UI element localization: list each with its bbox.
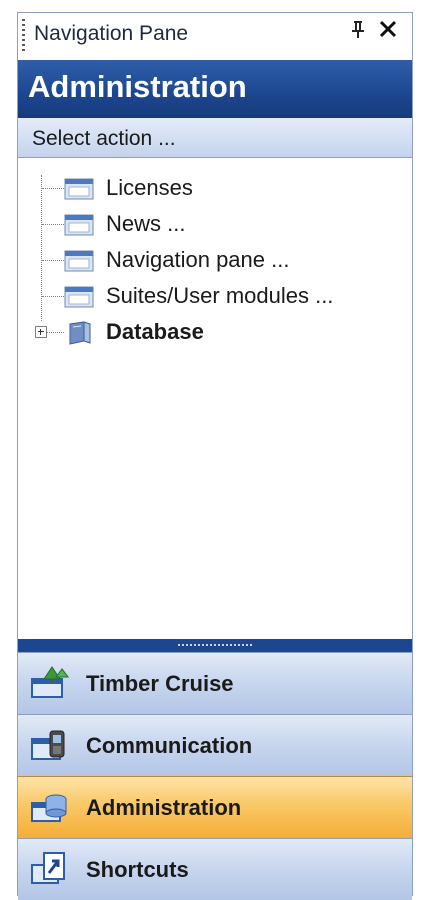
window-icon xyxy=(64,178,94,200)
tree-item-news[interactable]: News ... xyxy=(18,207,412,241)
window-icon xyxy=(64,250,94,272)
action-tree: Licenses News ... Navigation pane ... Su… xyxy=(18,159,412,639)
pane-title: Navigation Pane xyxy=(34,22,189,45)
window-icon xyxy=(64,286,94,308)
window-icon xyxy=(64,214,94,236)
timber-cruise-icon xyxy=(31,666,69,698)
tree-item-label: News ... xyxy=(106,211,186,236)
nav-button-label: Administration xyxy=(86,795,242,820)
communication-icon xyxy=(31,730,65,760)
tree-item-licenses[interactable]: Licenses xyxy=(18,171,412,205)
header-title: Administration xyxy=(28,69,247,104)
tree-item-navigation-pane[interactable]: Navigation pane ... xyxy=(18,243,412,277)
tree-item-label: Licenses xyxy=(106,175,193,200)
tree-item-database[interactable]: Database xyxy=(18,315,412,349)
expand-icon[interactable] xyxy=(35,326,47,338)
pin-icon[interactable] xyxy=(350,20,366,46)
tree-item-suites-user-modules[interactable]: Suites/User modules ... xyxy=(18,279,412,313)
tree-branch-line xyxy=(42,188,64,189)
tree-item-label: Navigation pane ... xyxy=(106,247,290,272)
nav-button-administration[interactable]: Administration xyxy=(18,776,412,838)
nav-button-label: Timber Cruise xyxy=(86,671,234,696)
close-icon[interactable] xyxy=(378,18,398,47)
splitter-grip xyxy=(178,644,252,646)
tree-item-label: Database xyxy=(106,319,204,344)
nav-button-timber-cruise[interactable]: Timber Cruise xyxy=(18,652,412,714)
nav-button-communication[interactable]: Communication xyxy=(18,714,412,776)
navigation-pane: Navigation Pane Administration Select ac… xyxy=(17,12,413,900)
shortcuts-icon xyxy=(31,852,65,884)
title-bar[interactable]: Navigation Pane xyxy=(18,13,412,59)
administration-icon xyxy=(31,794,67,822)
pane-header: Administration xyxy=(18,60,412,118)
select-action-label: Select action ... xyxy=(32,127,176,150)
tree-branch-line xyxy=(42,260,64,261)
tree-branch-line xyxy=(42,224,64,225)
nav-button-label: Shortcuts xyxy=(86,857,189,882)
nav-button-label: Communication xyxy=(86,733,253,758)
select-action-bar: Select action ... xyxy=(18,118,412,158)
tree-branch-line xyxy=(42,296,64,297)
drag-grip[interactable] xyxy=(22,19,25,53)
tree-item-label: Suites/User modules ... xyxy=(106,283,334,308)
book-icon xyxy=(69,321,91,345)
pane-splitter[interactable] xyxy=(18,639,412,652)
nav-button-shortcuts[interactable]: Shortcuts xyxy=(18,838,412,900)
